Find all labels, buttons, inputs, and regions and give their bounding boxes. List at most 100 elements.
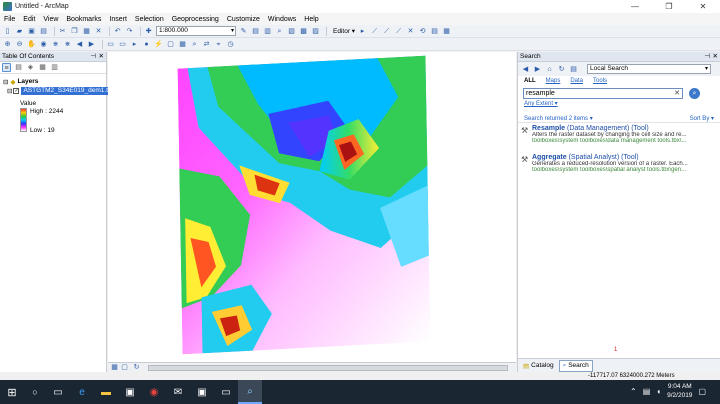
chevron-up-icon[interactable]: ⌃ [630, 387, 637, 396]
fixed-zoom-in-icon[interactable]: ⋇ [51, 40, 60, 49]
results-count[interactable]: Search returned 2 items ▾ [524, 115, 593, 122]
search-result-item[interactable]: ⚒ Aggregate (Spatial Analyst) (Tool) Gen… [518, 152, 720, 181]
arctoolbox-icon[interactable]: ▧ [287, 27, 296, 36]
collapse-icon[interactable]: ⊟ [7, 87, 12, 95]
back-extent-icon[interactable]: ◀ [75, 40, 84, 49]
close-icon[interactable]: ✕ [99, 52, 104, 62]
find-icon[interactable]: ⌕ [190, 40, 199, 49]
index-icon[interactable]: ▤ [569, 65, 578, 74]
clear-search-icon[interactable]: ✕ [674, 89, 680, 98]
forward-arrow-icon[interactable]: ▶ [533, 65, 542, 74]
undo-icon[interactable]: ↶ [113, 27, 122, 36]
model-builder-icon[interactable]: ▨ [311, 27, 320, 36]
cut-polygon-icon[interactable]: ⟋ [394, 27, 403, 36]
catalog-tab[interactable]: ▤ Catalog [520, 361, 557, 371]
search-go-button[interactable]: ⌕ [689, 87, 700, 99]
search-window-icon[interactable]: ⌕ [275, 27, 284, 36]
layers-group-row[interactable]: ⊟ ◆ Layers [3, 77, 106, 86]
layer-name[interactable]: ASTGTM2_S34E019_dem1.tif [21, 86, 114, 95]
menu-selection[interactable]: Selection [135, 16, 164, 23]
pan-icon[interactable]: ✋ [27, 40, 36, 49]
menu-help[interactable]: Help [304, 16, 318, 23]
menu-view[interactable]: View [43, 16, 58, 23]
pin-icon[interactable]: ⊣ [90, 52, 96, 62]
split-icon[interactable]: ✕ [406, 27, 415, 36]
filter-all[interactable]: ALL [524, 78, 536, 84]
options-icon[interactable]: ▥ [50, 63, 59, 72]
reshape-icon[interactable]: ⟋ [382, 27, 391, 36]
go-to-xy-icon[interactable]: ⌖ [214, 40, 223, 49]
html-popup-icon[interactable]: ▢ [166, 40, 175, 49]
start-button[interactable]: ⊞ [0, 380, 24, 404]
mail-icon[interactable]: ✉ [166, 380, 190, 404]
find-route-icon[interactable]: ⇄ [202, 40, 211, 49]
horizontal-scrollbar[interactable] [148, 365, 508, 371]
search-input[interactable]: resample ✕ [523, 87, 683, 99]
menu-windows[interactable]: Windows [268, 16, 296, 23]
open-icon[interactable]: ▰ [15, 27, 24, 36]
task-view-icon[interactable]: ▭ [46, 380, 70, 404]
network-icon[interactable]: ▤ [643, 387, 651, 396]
save-icon[interactable]: ▣ [27, 27, 36, 36]
extent-link[interactable]: Any Extent ▾ [518, 100, 720, 109]
editor-toolbar-icon[interactable]: ✎ [239, 27, 248, 36]
edit-tool-icon[interactable]: ▸ [358, 27, 367, 36]
menu-geoprocessing[interactable]: Geoprocessing [172, 16, 219, 23]
refresh-icon[interactable]: ↻ [132, 363, 141, 372]
sort-by-link[interactable]: Sort By ▾ [690, 115, 714, 122]
file-explorer-icon[interactable]: ▬ [94, 380, 118, 404]
list-by-visibility-icon[interactable]: ◈ [26, 63, 35, 72]
print-icon[interactable]: ▤ [39, 27, 48, 36]
menu-insert[interactable]: Insert [109, 16, 127, 23]
close-icon[interactable]: ✕ [713, 52, 718, 62]
clock[interactable]: 9:04 AM 9/2/2019 [667, 382, 692, 400]
full-extent-icon[interactable]: ◉ [39, 40, 48, 49]
clear-selection-icon[interactable]: ▭ [118, 40, 127, 49]
result-title[interactable]: Aggregate [532, 154, 567, 161]
filter-maps[interactable]: Maps [546, 78, 561, 84]
toc-window-icon[interactable]: ▤ [251, 27, 260, 36]
rotate-icon[interactable]: ⟲ [418, 27, 427, 36]
notifications-icon[interactable]: ▢ [698, 387, 706, 396]
edge-icon[interactable]: e [70, 380, 94, 404]
data-view-icon[interactable]: ▦ [110, 363, 119, 372]
maximize-button[interactable]: ❐ [652, 0, 686, 13]
edit-vertices-icon[interactable]: ⟋ [370, 27, 379, 36]
identify-icon[interactable]: ● [142, 40, 151, 49]
layout-view-icon[interactable]: ▢ [120, 363, 129, 372]
store-icon[interactable]: ▣ [118, 380, 142, 404]
search-result-item[interactable]: ⚒ Resample (Data Management) (Tool) Alte… [518, 123, 720, 152]
redo-icon[interactable]: ↷ [125, 27, 134, 36]
list-by-drawing-order-icon[interactable]: ≡ [2, 63, 11, 72]
hyperlink-icon[interactable]: ⚡ [154, 40, 163, 49]
search-tab[interactable]: ⌕ Search [558, 359, 593, 372]
menu-bookmarks[interactable]: Bookmarks [66, 16, 101, 23]
zoom-out-icon[interactable]: ⊖ [15, 40, 24, 49]
measure-icon[interactable]: ▦ [178, 40, 187, 49]
collapse-icon[interactable]: ⊟ [3, 78, 8, 86]
select-features-icon[interactable]: ▭ [106, 40, 115, 49]
new-map-icon[interactable]: ▯ [3, 27, 12, 36]
filter-tools[interactable]: Tools [593, 78, 607, 84]
sketch-properties-icon[interactable]: ▦ [442, 27, 451, 36]
menu-file[interactable]: File [4, 16, 15, 23]
minimize-button[interactable]: — [618, 0, 652, 13]
result-title[interactable]: Resample [532, 125, 565, 132]
catalog-window-icon[interactable]: ▥ [263, 27, 272, 36]
arcmap-taskbar-icon[interactable]: ⌕ [238, 380, 262, 404]
display-icon[interactable]: ▭ [214, 380, 238, 404]
search-scope-select[interactable]: Local Search [587, 64, 711, 74]
search-options-icon[interactable]: ↻ [557, 65, 566, 74]
fixed-zoom-out-icon[interactable]: ⋇ [63, 40, 72, 49]
attributes-icon[interactable]: ▤ [430, 27, 439, 36]
editor-menu[interactable]: Editor ▾ [333, 27, 355, 35]
camera-icon[interactable]: ▣ [190, 380, 214, 404]
pin-icon[interactable]: ⊣ [704, 52, 710, 62]
menu-edit[interactable]: Edit [23, 16, 35, 23]
add-data-icon[interactable]: ✚ [144, 27, 153, 36]
zoom-in-icon[interactable]: ⊕ [3, 40, 12, 49]
chrome-icon[interactable]: ◉ [142, 380, 166, 404]
copy-icon[interactable]: ❐ [70, 27, 79, 36]
delete-icon[interactable]: ✕ [94, 27, 103, 36]
forward-extent-icon[interactable]: ▶ [87, 40, 96, 49]
